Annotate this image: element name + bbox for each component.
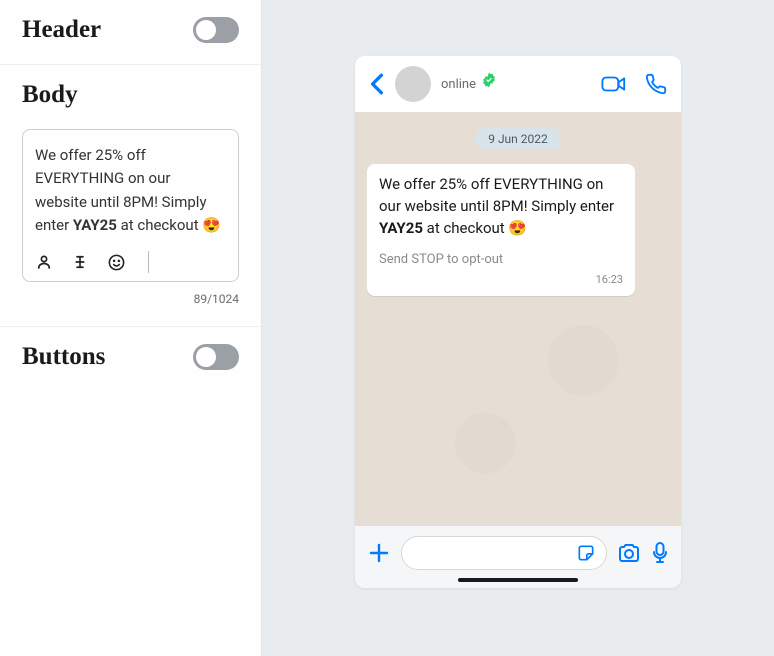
personalize-icon[interactable] bbox=[35, 253, 53, 271]
camera-icon[interactable] bbox=[617, 542, 641, 564]
sticker-icon[interactable] bbox=[576, 543, 596, 563]
emoji-icon[interactable] bbox=[107, 253, 126, 272]
body-message-suffix: at checkout 😍 bbox=[117, 216, 221, 234]
attach-icon[interactable] bbox=[367, 541, 391, 565]
body-title: Body bbox=[22, 81, 78, 109]
optout-text: Send STOP to opt-out bbox=[379, 251, 623, 270]
status-wrap: online bbox=[441, 76, 591, 92]
body-textarea[interactable]: We offer 25% off EVERYTHING on our websi… bbox=[22, 129, 239, 282]
header-title: Header bbox=[22, 16, 101, 44]
phone-call-icon[interactable] bbox=[645, 73, 667, 95]
strikethrough-icon[interactable] bbox=[71, 253, 89, 271]
buttons-toggle[interactable] bbox=[193, 344, 239, 370]
header-section: Header bbox=[0, 0, 261, 65]
status-text: online bbox=[441, 77, 476, 92]
back-icon[interactable] bbox=[369, 73, 385, 95]
body-section: Body We offer 25% off EVERYTHING on our … bbox=[0, 65, 261, 327]
message-input[interactable] bbox=[401, 536, 607, 570]
verified-icon bbox=[481, 72, 497, 88]
avatar[interactable] bbox=[395, 66, 431, 102]
editor-panel: Header Body We offer 25% off EVERYTHING … bbox=[0, 0, 262, 656]
message-bubble: We offer 25% off EVERYTHING on our websi… bbox=[367, 164, 635, 296]
char-counter: 89/1024 bbox=[22, 292, 239, 306]
toolbar-divider bbox=[148, 251, 149, 273]
chat-body: 9 Jun 2022 We offer 25% off EVERYTHING o… bbox=[355, 112, 681, 526]
chat-header: online bbox=[355, 56, 681, 112]
video-call-icon[interactable] bbox=[601, 74, 627, 94]
body-message-bold: YAY25 bbox=[73, 216, 117, 234]
buttons-section: Buttons bbox=[0, 327, 261, 391]
message-time: 16:23 bbox=[379, 272, 623, 288]
bubble-suffix: at checkout 😍 bbox=[423, 219, 527, 237]
preview-area: online 9 Jun 2022 We offer 25% off EVERY… bbox=[262, 0, 774, 656]
home-indicator bbox=[458, 578, 578, 582]
header-toggle[interactable] bbox=[193, 17, 239, 43]
chat-input-bar bbox=[355, 526, 681, 588]
mic-icon[interactable] bbox=[651, 541, 669, 565]
phone-preview: online 9 Jun 2022 We offer 25% off EVERY… bbox=[355, 56, 681, 588]
bubble-bold: YAY25 bbox=[379, 219, 423, 237]
date-pill: 9 Jun 2022 bbox=[476, 128, 560, 150]
bubble-prefix: We offer 25% off EVERYTHING on our websi… bbox=[379, 175, 614, 215]
buttons-title: Buttons bbox=[22, 343, 105, 371]
body-message: We offer 25% off EVERYTHING on our websi… bbox=[35, 144, 226, 237]
body-toolbar bbox=[35, 251, 226, 273]
